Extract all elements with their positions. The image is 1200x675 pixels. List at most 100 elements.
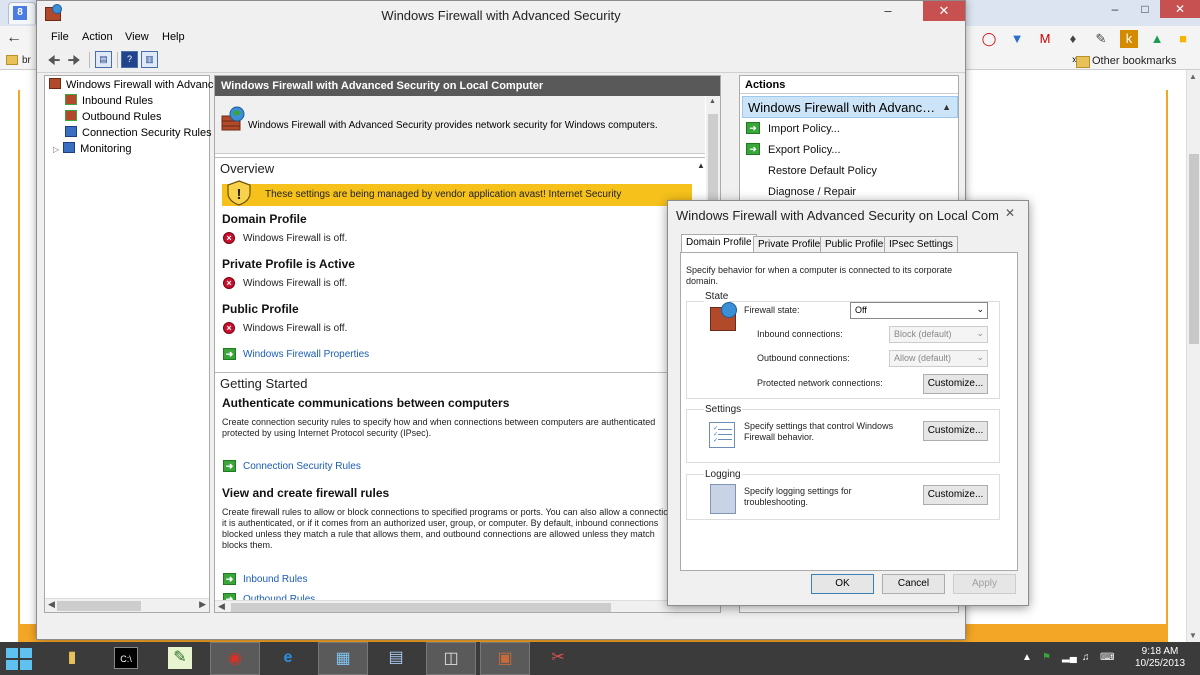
other-bookmarks-folder[interactable]: Other bookmarks	[1075, 55, 1176, 68]
collapse-arrow-icon[interactable]: ▲	[942, 102, 951, 112]
results-horizontal-scrollbar[interactable]: ◀	[215, 600, 720, 612]
action-center-icon[interactable]: ⚑	[1042, 652, 1051, 663]
logging-customize-button[interactable]: Customize...	[923, 485, 988, 505]
show-hide-tree-icon[interactable]: ▤	[95, 51, 112, 68]
browser-maximize-button[interactable]: □	[1130, 0, 1160, 18]
connection-security-rules-link[interactable]: Connection Security Rules	[243, 461, 361, 472]
import-icon: ➜	[746, 122, 760, 134]
taskbar-command-prompt[interactable]: C:\	[102, 642, 152, 675]
forward-arrow-icon[interactable]: 🠊	[65, 51, 83, 69]
close-button[interactable]: ✕	[923, 1, 965, 21]
link-arrow-icon: ➜	[223, 573, 236, 585]
bookmark-item[interactable]: br	[22, 55, 31, 66]
tree-horizontal-scrollbar[interactable]: ◀ ▶	[45, 598, 209, 612]
taskbar-file-explorer[interactable]: ▮	[48, 642, 98, 675]
inbound-connections-label: Inbound connections:	[757, 329, 843, 339]
scroll-thumb[interactable]	[231, 603, 611, 612]
expand-arrow-icon[interactable]: ▷	[53, 145, 59, 154]
taskbar-control-panel[interactable]: ▦	[318, 642, 368, 675]
firewall-globe-icon	[221, 106, 245, 131]
vivaldi-icon[interactable]: ▼	[1008, 30, 1026, 48]
settings-customize-button[interactable]: Customize...	[923, 421, 988, 441]
help-icon[interactable]: ?	[121, 51, 138, 68]
opera-icon[interactable]: ◯	[980, 30, 998, 48]
outbound-rules-icon	[65, 110, 77, 121]
section-divider	[215, 157, 705, 158]
firewall-properties-link[interactable]: Windows Firewall Properties	[243, 349, 369, 360]
outbound-connections-select[interactable]: Allow (default) ⌄	[889, 350, 988, 367]
inbound-rules-link[interactable]: Inbound Rules	[243, 574, 308, 585]
link-arrow-icon: ➜	[223, 460, 236, 472]
tree-item-connection-security-rules[interactable]: Connection Security Rules	[65, 126, 212, 142]
page-scrollbar[interactable]: ▲ ▼	[1186, 70, 1200, 642]
dialog-close-icon[interactable]: ✕	[1000, 204, 1020, 222]
tab-ipsec-settings[interactable]: IPsec Settings	[884, 236, 958, 252]
actions-group-header[interactable]: Windows Firewall with Advanced Security …	[742, 96, 958, 118]
tab-public-profile[interactable]: Public Profile	[820, 236, 889, 252]
scroll-left-icon[interactable]: ◀	[218, 601, 225, 612]
scroll-thumb[interactable]	[57, 601, 141, 611]
menu-bar: File Action View Help	[37, 29, 965, 47]
scroll-thumb[interactable]	[1189, 154, 1199, 344]
keep-icon[interactable]: ■	[1174, 30, 1192, 48]
inbound-connections-select[interactable]: Block (default) ⌄	[889, 326, 988, 343]
system-clock[interactable]: 9:18 AM 10/25/2013	[1130, 646, 1190, 670]
firewall-state-select[interactable]: Off ⌄	[850, 302, 988, 319]
scroll-down-icon[interactable]: ▼	[1189, 631, 1197, 640]
tab-domain-profile[interactable]: Domain Profile	[681, 234, 757, 253]
keyboard-icon[interactable]: ⌨	[1100, 652, 1114, 663]
gmail-icon[interactable]: M	[1036, 30, 1054, 48]
menu-action[interactable]: Action	[82, 31, 113, 43]
drive-icon[interactable]: ▲	[1148, 30, 1166, 48]
taskbar-firewall[interactable]: ▣	[480, 642, 530, 675]
clock-date: 10/25/2013	[1134, 658, 1186, 669]
back-arrow-icon[interactable]: 🠈	[45, 51, 63, 69]
chrome-tab[interactable]: 8	[8, 2, 36, 24]
menu-view[interactable]: View	[125, 31, 149, 43]
minimize-button[interactable]: –	[873, 1, 903, 21]
taskbar-installer[interactable]: ◫	[426, 642, 476, 675]
scroll-right-icon[interactable]: ▶	[199, 599, 206, 610]
menu-help[interactable]: Help	[162, 31, 185, 43]
taskbar-network[interactable]: ▤	[372, 642, 422, 675]
pin-icon[interactable]: ✎	[1092, 30, 1110, 48]
diagnose-repair-action[interactable]: Diagnose / Repair	[768, 186, 856, 198]
taskbar-snipping-tool[interactable]: ✂	[534, 642, 584, 675]
scroll-up-icon[interactable]: ▲	[709, 98, 716, 105]
export-policy-action[interactable]: Export Policy...	[768, 144, 841, 156]
scroll-left-icon[interactable]: ◀	[48, 599, 55, 610]
intro-text: Windows Firewall with Advanced Security …	[248, 120, 658, 131]
svg-text:!: !	[237, 186, 242, 203]
menu-file[interactable]: File	[51, 31, 69, 43]
overview-title: Overview	[220, 161, 275, 176]
show-hide-action-pane-icon[interactable]: ▥	[141, 51, 158, 68]
warning-banner: ! These settings are being managed by ve…	[222, 180, 692, 206]
tree-item-inbound-rules[interactable]: Inbound Rules	[65, 94, 153, 110]
import-policy-action[interactable]: Import Policy...	[768, 123, 840, 135]
show-hidden-icons-icon[interactable]: ▲	[1022, 652, 1032, 663]
restore-default-policy-action[interactable]: Restore Default Policy	[768, 165, 877, 177]
back-arrow-icon[interactable]: ←	[6, 29, 22, 47]
apply-button[interactable]: Apply	[953, 574, 1016, 594]
browser-minimize-button[interactable]: –	[1100, 0, 1130, 18]
taskbar-notepad[interactable]: ✎	[156, 642, 206, 675]
scroll-up-icon[interactable]: ▲	[1189, 72, 1197, 81]
tree-item-outbound-rules[interactable]: Outbound Rules	[65, 110, 162, 126]
puzzle-icon[interactable]: ♦	[1064, 30, 1082, 48]
protected-network-customize-button[interactable]: Customize...	[923, 374, 988, 394]
firewall-properties-dialog: Windows Firewall with Advanced Security …	[667, 200, 1029, 606]
cancel-button[interactable]: Cancel	[882, 574, 945, 594]
taskbar-chrome[interactable]: ◉	[210, 642, 260, 675]
tree-item-monitoring[interactable]: ▷ Monitoring	[53, 142, 132, 158]
collapse-arrow-icon[interactable]: ▲	[697, 161, 705, 170]
taskbar-internet-explorer[interactable]: e	[264, 642, 314, 675]
network-icon[interactable]: ▂▄	[1062, 652, 1077, 663]
browser-close-button[interactable]: ✕	[1160, 0, 1200, 18]
windows-start-icon[interactable]	[6, 648, 32, 670]
volume-icon[interactable]: ♫	[1082, 652, 1090, 663]
window-title: Windows Firewall with Advanced Security	[381, 8, 621, 23]
k-icon[interactable]: k	[1120, 30, 1138, 48]
ok-button[interactable]: OK	[811, 574, 874, 594]
results-pane: Windows Firewall with Advanced Security …	[214, 75, 721, 613]
tab-private-profile[interactable]: Private Profile	[753, 236, 826, 252]
